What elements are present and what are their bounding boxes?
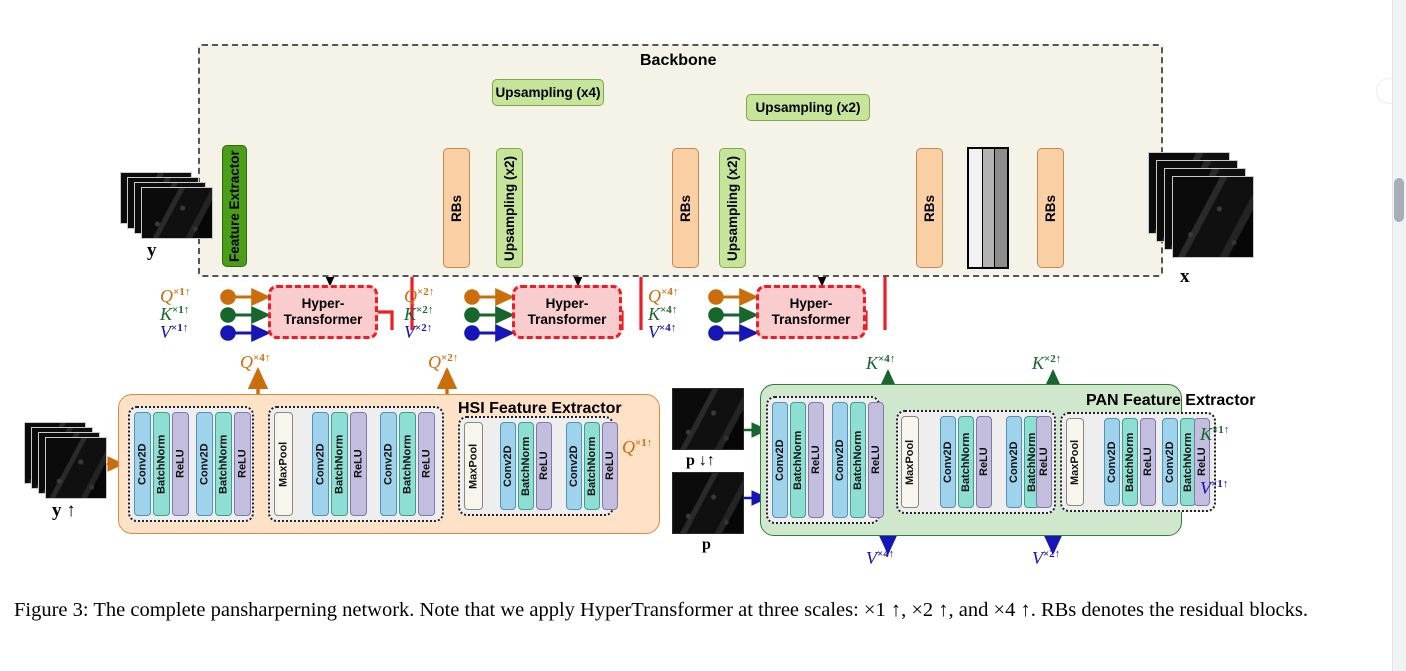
hsi-input-stack xyxy=(24,422,124,508)
hyper-transformer-3[interactable]: Hyper- Transformer xyxy=(756,285,866,339)
ht-title-line1: Hyper- xyxy=(545,296,589,312)
upsampling-x2-skip[interactable]: Upsampling (x2) xyxy=(746,94,870,121)
upsampling-x2-label: Upsampling (x2) xyxy=(755,100,861,115)
pan-s1-batchnorm-1: BatchNorm xyxy=(790,402,806,518)
hsi-s3-conv2d-1: Conv2D xyxy=(500,422,516,510)
pan-label: p xyxy=(702,536,711,553)
feature-extractor-label: Feature Extractor xyxy=(227,150,242,262)
hsi-input-label: y ↑ xyxy=(52,500,76,521)
scrollbar-track[interactable] xyxy=(1392,0,1406,671)
figure-canvas: Backbone y Feature Extractor RBs Upsampl… xyxy=(0,0,1406,580)
pan-image xyxy=(672,472,744,534)
pan-output-v-x1: V×1↑ xyxy=(1200,478,1229,498)
ht-title-line2: Transformer xyxy=(527,312,607,327)
upsampling-label: Upsampling (x2) xyxy=(502,155,517,261)
pan-s2-batchnorm-1: BatchNorm xyxy=(958,416,974,508)
rbs-label: RBs xyxy=(1043,194,1058,222)
hsi-s3-batchnorm-2: BatchNorm xyxy=(584,422,600,510)
pan-downup-label: p ↓↑ xyxy=(686,452,715,469)
pan-s1-relu-2: ReLU xyxy=(868,402,884,518)
input-hsi-label: y xyxy=(147,240,157,261)
feature-extractor-block[interactable]: Feature Extractor xyxy=(222,145,247,267)
pan-s2-conv2d-1: Conv2D xyxy=(940,416,956,508)
rbs-label: RBs xyxy=(678,194,693,222)
pan-s1-batchnorm-2: BatchNorm xyxy=(850,402,866,518)
pan-s1-conv2d-2: Conv2D xyxy=(832,402,848,518)
hsi-s1-conv2d-2: Conv2D xyxy=(196,412,213,516)
pan-s2-relu-1: ReLU xyxy=(976,416,992,508)
hsi-s3-batchnorm-1: BatchNorm xyxy=(518,422,534,510)
hsi-output-q-x2: Q×2↑ xyxy=(428,352,459,372)
hsi-s2-relu-1: ReLU xyxy=(350,412,367,516)
pan-s1-relu-1: ReLU xyxy=(808,402,824,518)
backbone-title: Backbone xyxy=(640,52,717,69)
residual-blocks-4[interactable]: RBs xyxy=(1037,148,1064,268)
input-hsi-stack xyxy=(120,172,220,242)
pan-output-k-x4: K×4↑ xyxy=(866,353,896,373)
residual-blocks-1[interactable]: RBs xyxy=(443,148,470,268)
v-input-label-2: V×2↑ xyxy=(404,322,433,342)
pan-s3-relu-1: ReLU xyxy=(1140,418,1156,506)
hsi-s3-maxpool: MaxPool xyxy=(464,422,483,510)
pan-s2-conv2d-2: Conv2D xyxy=(1006,416,1022,508)
pan-output-k-x1: K×1↑ xyxy=(1200,424,1230,444)
hsi-s3-relu-1: ReLU xyxy=(536,422,552,510)
rbs-label: RBs xyxy=(449,194,464,222)
hsi-s1-relu-2: ReLU xyxy=(234,412,251,516)
hsi-s1-relu-1: ReLU xyxy=(172,412,189,516)
upsampling-label: Upsampling (x2) xyxy=(725,155,740,261)
scrollbar-thumb[interactable] xyxy=(1394,178,1404,222)
pan-downup-image xyxy=(672,388,744,450)
hsi-s2-maxpool: MaxPool xyxy=(274,412,293,516)
output-stack xyxy=(1148,152,1263,267)
pan-s1-conv2d-1: Conv2D xyxy=(772,402,788,518)
hsi-output-q-x4: Q×4↑ xyxy=(240,352,271,372)
ht-title-line2: Transformer xyxy=(771,312,851,327)
output-label: x xyxy=(1180,266,1190,287)
hyper-transformer-2[interactable]: Hyper- Transformer xyxy=(512,285,622,339)
hsi-s1-batchnorm-1: BatchNorm xyxy=(153,412,170,516)
hsi-s3-conv2d-2: Conv2D xyxy=(566,422,582,510)
hsi-s1-batchnorm-2: BatchNorm xyxy=(215,412,232,516)
v-input-label-1: V×1↑ xyxy=(160,322,189,342)
v-input-label-3: V×4↑ xyxy=(648,322,677,342)
upsampling-x2-stage2[interactable]: Upsampling (x2) xyxy=(719,148,746,268)
upsampling-x2-stage1[interactable]: Upsampling (x2) xyxy=(496,148,523,268)
hsi-output-q-x1: Q×1↑ xyxy=(622,437,653,457)
upsampling-x4-skip[interactable]: Upsampling (x4) xyxy=(492,79,604,106)
hsi-s2-batchnorm-1: BatchNorm xyxy=(331,412,348,516)
pan-feature-extractor-title: PAN Feature Extractor xyxy=(1086,392,1256,409)
pan-output-k-x2: K×2↑ xyxy=(1032,353,1062,373)
hsi-s2-conv2d-1: Conv2D xyxy=(312,412,329,516)
hsi-s2-relu-2: ReLU xyxy=(418,412,435,516)
ht-title-line2: Transformer xyxy=(283,312,363,327)
pan-output-v-x2: V×2↑ xyxy=(1032,548,1061,568)
hsi-s2-conv2d-2: Conv2D xyxy=(380,412,397,516)
pan-s3-conv2d-1: Conv2D xyxy=(1104,418,1120,506)
residual-blocks-2[interactable]: RBs xyxy=(672,148,699,268)
ht-title-line1: Hyper- xyxy=(789,296,833,312)
hyper-transformer-1[interactable]: Hyper- Transformer xyxy=(268,285,378,339)
ht-title-line1: Hyper- xyxy=(301,296,345,312)
concatenation-block xyxy=(967,147,1009,269)
figure-caption: Figure 3: The complete pansharperning ne… xyxy=(14,599,1308,621)
pan-s3-maxpool: MaxPool xyxy=(1066,418,1084,506)
hsi-s3-relu-2: ReLU xyxy=(602,422,618,510)
rbs-label: RBs xyxy=(922,194,937,222)
upsampling-x4-label: Upsampling (x4) xyxy=(495,85,601,100)
pan-s2-relu-2: ReLU xyxy=(1036,416,1052,508)
hsi-s2-batchnorm-2: BatchNorm xyxy=(399,412,416,516)
pan-output-v-x4: V×4↑ xyxy=(866,548,895,568)
pan-s3-batchnorm-1: BatchNorm xyxy=(1122,418,1138,506)
pan-s3-conv2d-2: Conv2D xyxy=(1162,418,1178,506)
residual-blocks-3[interactable]: RBs xyxy=(916,148,943,268)
hsi-s1-conv2d-1: Conv2D xyxy=(134,412,151,516)
pan-s2-maxpool: MaxPool xyxy=(901,416,919,508)
